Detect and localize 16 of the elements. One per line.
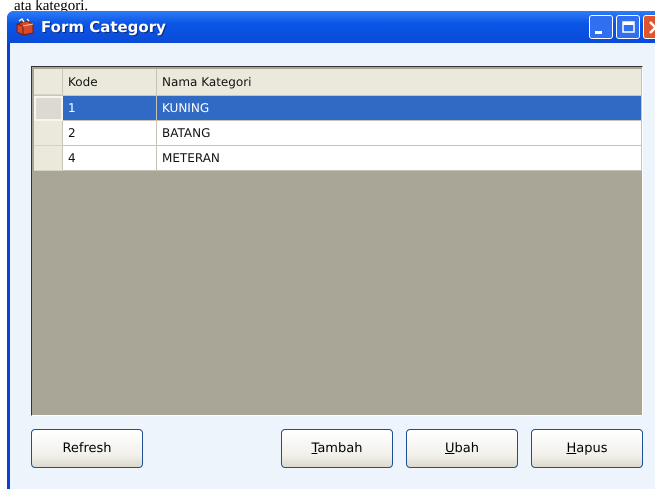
table-cell: METERAN — [157, 146, 642, 171]
table-row[interactable]: 2 BATANG — [34, 121, 642, 146]
action-button[interactable]: Ubah — [406, 429, 518, 468]
table-row[interactable]: 4 METERAN — [34, 146, 642, 171]
column-header[interactable]: Kode — [63, 69, 157, 95]
box-icon — [15, 18, 35, 36]
window-title: Form Category — [41, 18, 166, 36]
minimize-icon — [594, 30, 602, 34]
column-header[interactable]: Nama Kategori — [157, 69, 642, 95]
table-row[interactable]: 1 KUNING — [34, 96, 642, 121]
action-button[interactable]: Tambah — [281, 429, 393, 468]
maximize-button[interactable] — [616, 15, 640, 39]
refresh-button[interactable]: Refresh — [31, 429, 143, 468]
table-cell: 4 — [63, 146, 157, 171]
action-button[interactable]: Hapus — [531, 429, 643, 468]
minimize-button[interactable] — [589, 15, 613, 39]
